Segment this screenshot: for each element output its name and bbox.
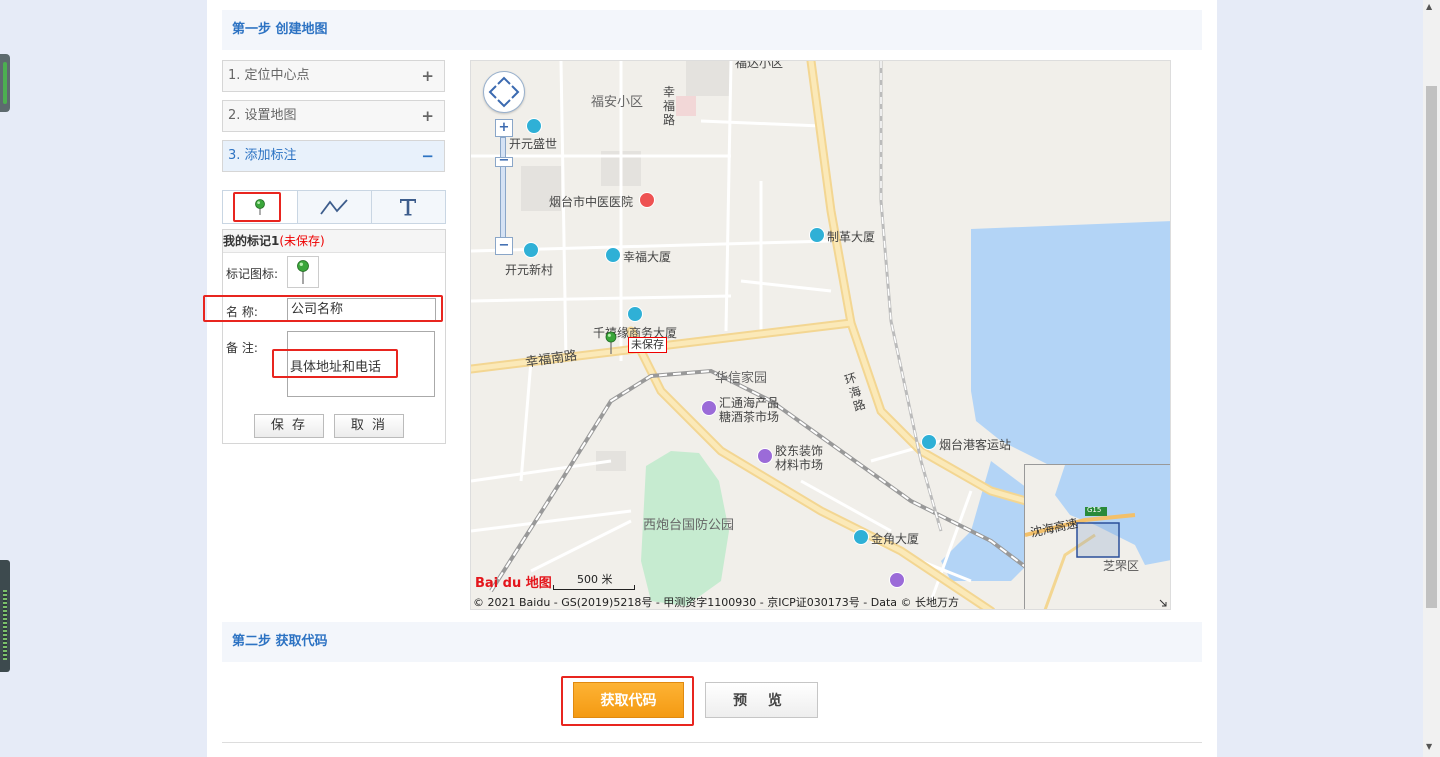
zoom-in-button[interactable]: + bbox=[495, 119, 513, 137]
zoom-out-button[interactable]: − bbox=[495, 237, 513, 255]
map-marker-pin-icon[interactable] bbox=[605, 331, 617, 355]
map-zoom-control: + − − bbox=[495, 119, 513, 259]
marker-edit-panel: 我的标记1(未保存) 标记图标: 名 称: 公司名称 备 注: 具体地址和电话 … bbox=[222, 229, 446, 444]
map-marker-label: 未保存 bbox=[628, 337, 667, 353]
accordion-label: 1. 定位中心点 bbox=[228, 68, 310, 83]
map-label-fuan: 福安小区 bbox=[591, 95, 644, 110]
bottom-divider bbox=[222, 742, 1202, 743]
scroll-down-arrow-icon[interactable]: ▼ bbox=[1426, 742, 1432, 751]
map-overview[interactable]: 沈海高速 芝罘区 G15 bbox=[1024, 464, 1170, 609]
overview-label-district: 芝罘区 bbox=[1103, 559, 1140, 573]
cancel-button[interactable]: 取 消 bbox=[334, 414, 404, 438]
poi-jinjiao-icon[interactable] bbox=[853, 529, 869, 545]
scroll-up-arrow-icon[interactable]: ▲ bbox=[1426, 2, 1432, 11]
map-canvas[interactable]: 福达小区 福安小区 幸福路 开元盛世 烟台市中医医院 制革大厦 开元新村 幸福大… bbox=[470, 60, 1171, 610]
map-label-top: 福达小区 bbox=[735, 60, 784, 70]
marker-icon-label: 标记图标: bbox=[226, 267, 279, 281]
highlight-name-field bbox=[203, 295, 443, 322]
text-icon bbox=[400, 199, 416, 216]
note-label: 备 注: bbox=[226, 341, 258, 355]
map-label-jinjiao: 金角大厦 bbox=[871, 532, 920, 546]
step1-title: 第一步 创建地图 bbox=[232, 22, 328, 37]
map-copyright: © 2021 Baidu - GS(2019)5218号 - 甲测资字11009… bbox=[473, 596, 960, 609]
step2-title: 第二步 获取代码 bbox=[232, 634, 328, 649]
map-label-huitong: 汇通海产品 糖酒茶市场 bbox=[719, 396, 779, 424]
poi-purple-icon[interactable] bbox=[889, 572, 905, 588]
poi-kaiyuan-shengshi-icon[interactable] bbox=[526, 118, 542, 134]
zoom-slider-handle[interactable]: − bbox=[495, 154, 513, 167]
poi-kaiyuan-xincun-icon[interactable] bbox=[523, 242, 539, 258]
pan-arrows-icon bbox=[488, 76, 520, 108]
tab-text[interactable] bbox=[371, 191, 445, 223]
unsaved-label: (未保存) bbox=[279, 234, 325, 248]
poi-qianxi-icon[interactable] bbox=[627, 306, 643, 322]
map-label-kaiyuan-xincun: 开元新村 bbox=[505, 263, 554, 277]
scrollbar-thumb[interactable] bbox=[1426, 86, 1437, 608]
side-widget-bottom[interactable] bbox=[0, 560, 10, 672]
poi-jiaodong-icon[interactable] bbox=[757, 448, 773, 464]
page-scrollbar[interactable]: ▲ ▼ bbox=[1423, 0, 1440, 757]
polyline-icon bbox=[320, 199, 348, 215]
green-pin-icon bbox=[297, 260, 309, 284]
step1-header: 第一步 创建地图 bbox=[222, 10, 1202, 50]
step2-header: 第二步 获取代码 bbox=[222, 622, 1202, 662]
map-label-jiaodong: 胶东装饰 材料市场 bbox=[775, 444, 823, 472]
marker-title: 我的标记1 bbox=[223, 234, 280, 248]
accordion-add-marker[interactable]: 3. 添加标注 − bbox=[222, 140, 445, 172]
marker-panel-header: 我的标记1(未保存) bbox=[223, 230, 445, 253]
poi-huitong-icon[interactable] bbox=[701, 400, 717, 416]
map-label-port: 烟台港客运站 bbox=[939, 438, 1012, 452]
highlight-pin-tab bbox=[233, 192, 281, 222]
map-label-xingfu-rd: 幸福路 bbox=[663, 85, 676, 127]
accordion-label: 3. 添加标注 bbox=[228, 148, 297, 163]
expand-icon: + bbox=[421, 107, 434, 125]
map-label-huaxin: 华信家园 bbox=[715, 371, 768, 386]
save-button[interactable]: 保 存 bbox=[254, 414, 324, 438]
poi-port-icon[interactable] bbox=[921, 434, 937, 450]
map-label-huitong-line1: 汇通海产品 bbox=[719, 396, 780, 410]
highlight-note-text bbox=[272, 349, 398, 378]
map-label-huitong-line2: 糖酒茶市场 bbox=[719, 410, 780, 424]
poi-zhige-icon[interactable] bbox=[809, 227, 825, 243]
map-label-hospital: 烟台市中医医院 bbox=[549, 195, 634, 209]
map-label-jiaodong-line2: 材料市场 bbox=[775, 458, 824, 472]
map-label-kaiyuan-shengshi: 开元盛世 bbox=[509, 137, 558, 151]
preview-button[interactable]: 预 览 bbox=[705, 682, 818, 718]
map-label-xipaotai: 西炮台国防公园 bbox=[643, 518, 735, 533]
map-label-zhige: 制革大厦 bbox=[827, 230, 876, 244]
map-scale-bar bbox=[553, 585, 635, 590]
accordion-label: 2. 设置地图 bbox=[228, 108, 297, 123]
baidu-logo: Bai du 地图 bbox=[475, 576, 552, 591]
accordion-locate-center[interactable]: 1. 定位中心点 + bbox=[222, 60, 445, 92]
expand-icon: + bbox=[421, 67, 434, 85]
highlight-get-code bbox=[561, 676, 694, 726]
map-label-xingfu-building: 幸福大厦 bbox=[623, 250, 672, 264]
map-label-jiaodong-line1: 胶东装饰 bbox=[775, 444, 824, 458]
marker-icon-picker[interactable] bbox=[287, 256, 319, 288]
poi-hospital-icon[interactable] bbox=[639, 192, 655, 208]
overview-shield: G15 bbox=[1087, 506, 1102, 514]
collapse-icon: − bbox=[421, 147, 434, 165]
side-widget-top[interactable] bbox=[0, 54, 10, 112]
poi-xingfu-building-icon[interactable] bbox=[605, 247, 621, 263]
map-pan-control[interactable] bbox=[483, 71, 525, 113]
tab-polyline[interactable] bbox=[297, 191, 372, 223]
accordion-map-settings[interactable]: 2. 设置地图 + bbox=[222, 100, 445, 132]
